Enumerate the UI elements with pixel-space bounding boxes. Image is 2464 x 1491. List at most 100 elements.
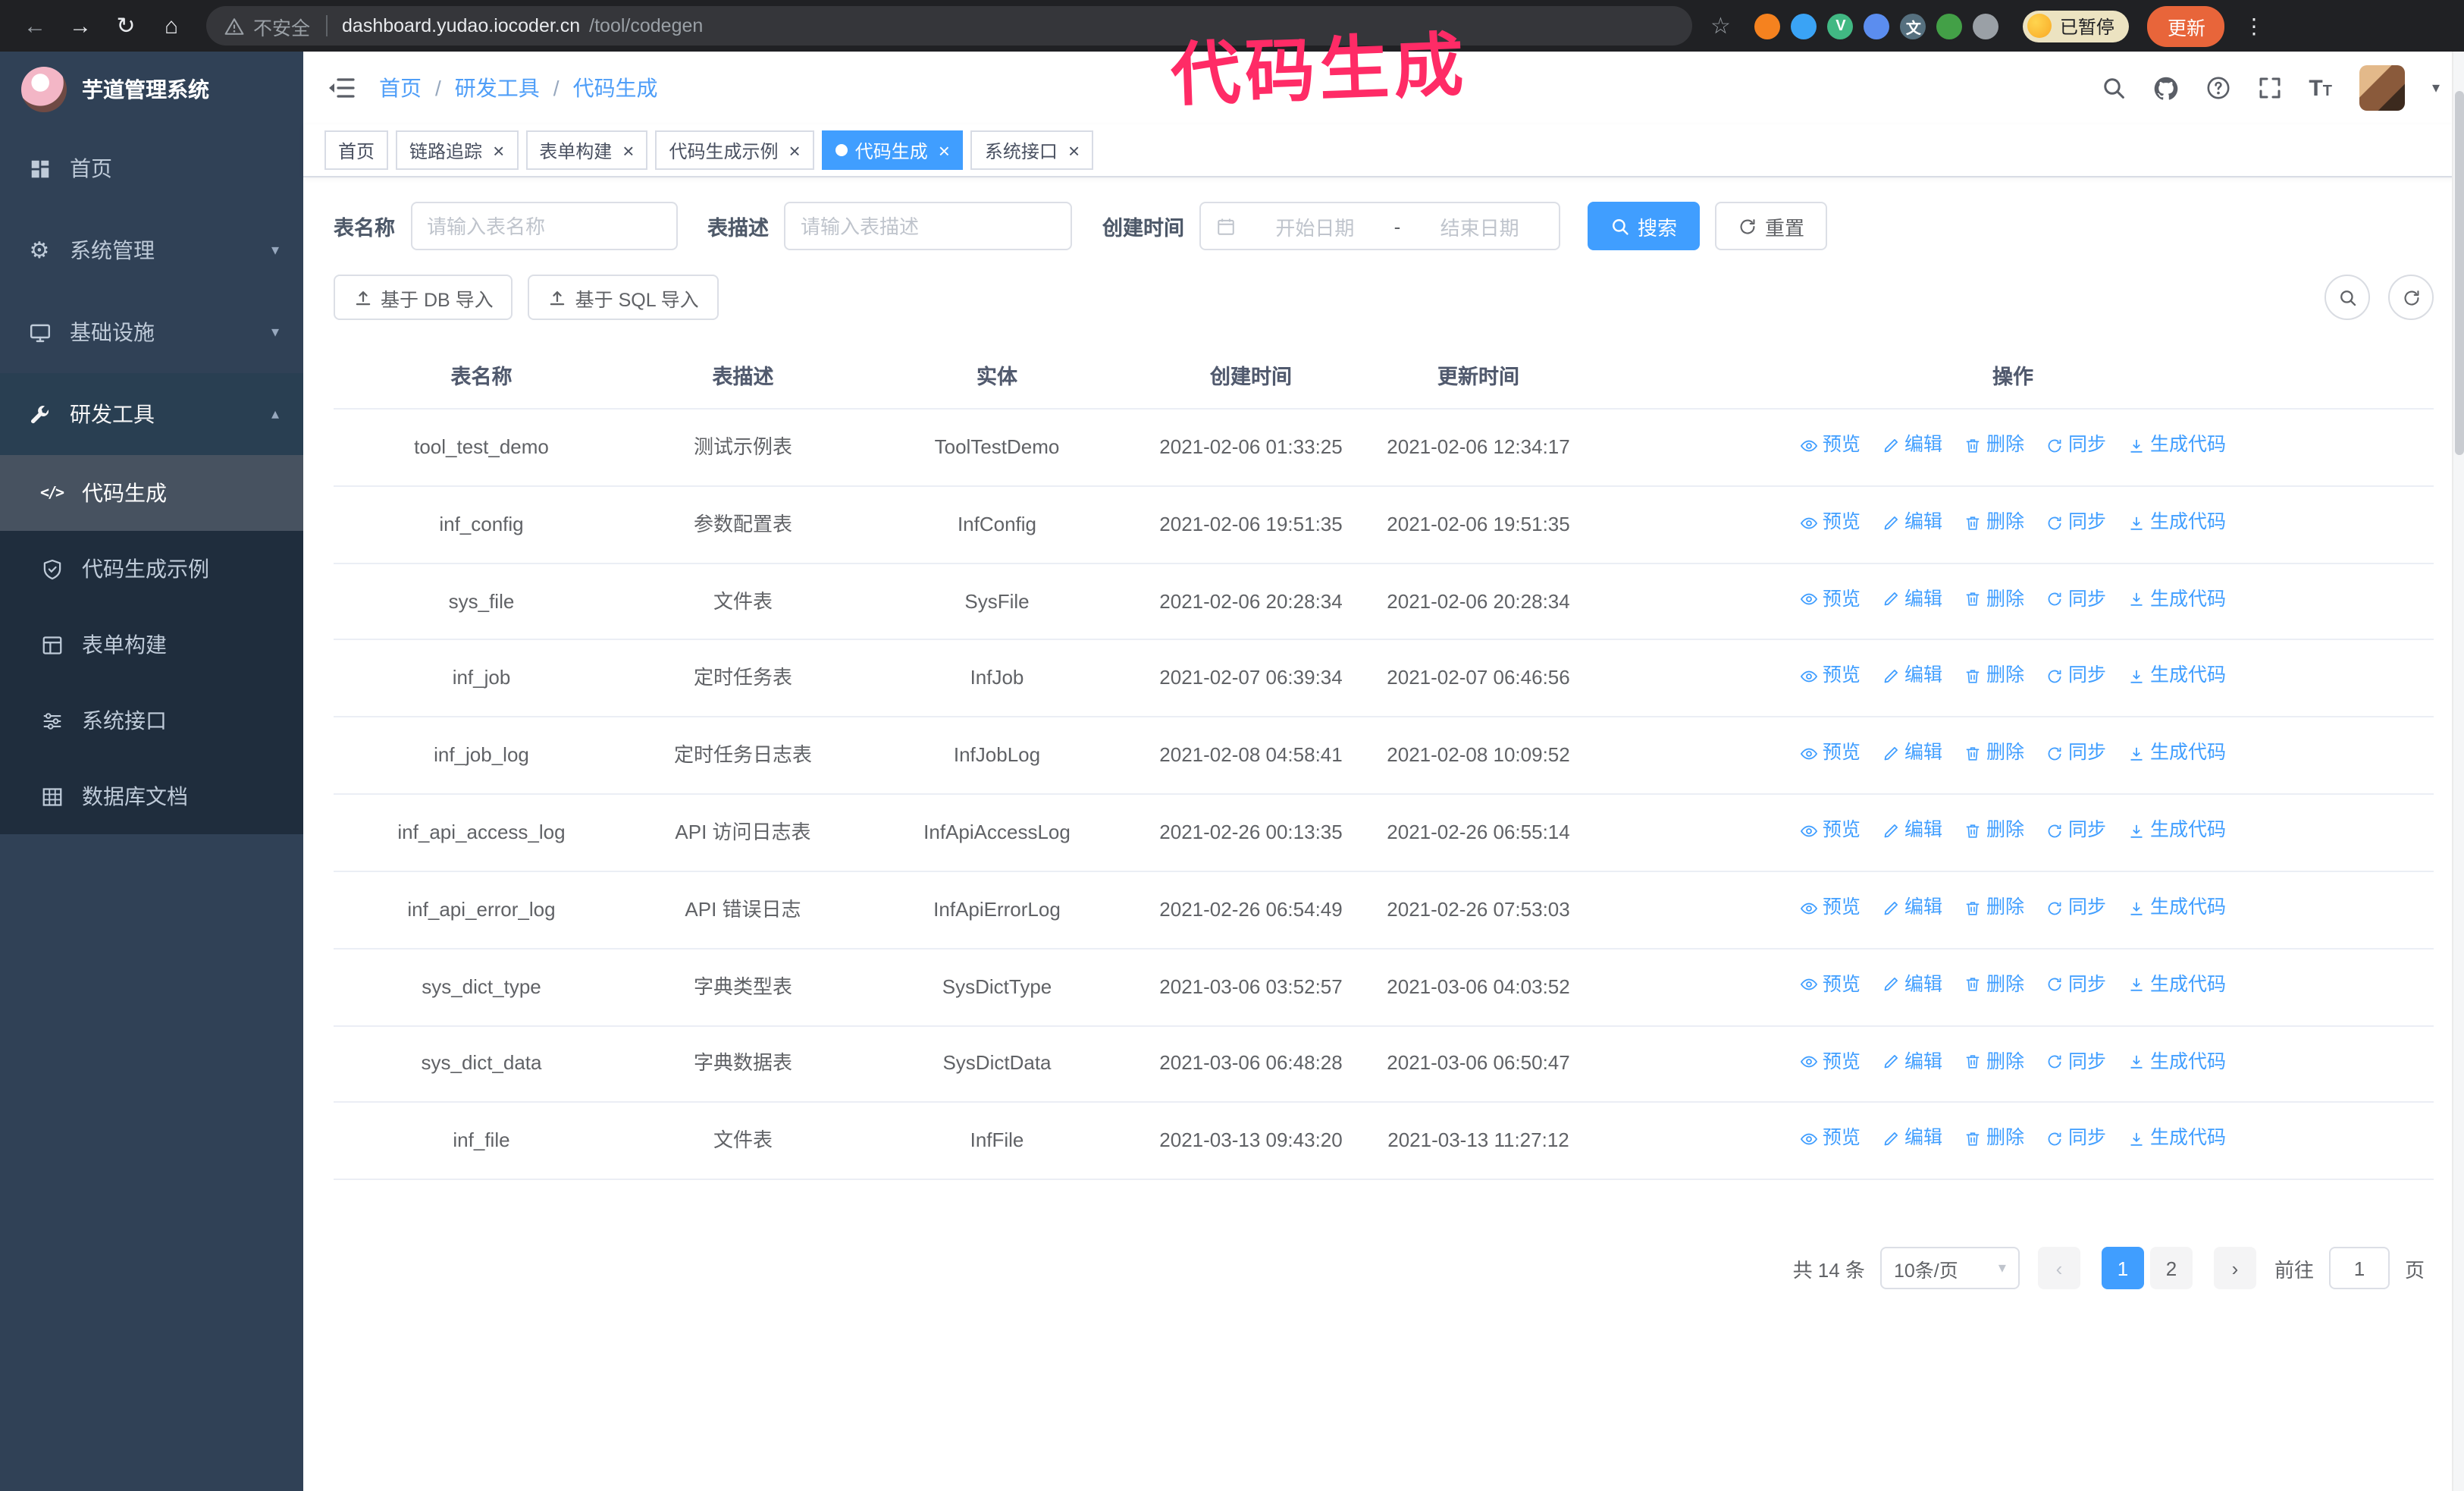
- preview-link[interactable]: 预览: [1800, 585, 1861, 614]
- preview-link[interactable]: 预览: [1800, 739, 1861, 769]
- toggle-search-button[interactable]: [2324, 275, 2370, 320]
- table-name-input[interactable]: [410, 202, 677, 250]
- delete-link[interactable]: 删除: [1964, 662, 2024, 692]
- tab-item-2[interactable]: 表单构建 ×: [525, 130, 648, 170]
- delete-link[interactable]: 删除: [1964, 508, 2024, 538]
- sidebar-item-form-builder[interactable]: 表单构建: [0, 607, 303, 683]
- scrollbar[interactable]: [2452, 52, 2464, 1491]
- sidebar-item-db-doc[interactable]: 数据库文档: [0, 758, 303, 834]
- extension-icon-contacts[interactable]: [1864, 13, 1890, 39]
- generate-code-link[interactable]: 生成代码: [2127, 662, 2226, 692]
- help-icon[interactable]: [2205, 76, 2230, 100]
- sidebar-item-system-api[interactable]: 系统接口: [0, 683, 303, 758]
- font-size-icon[interactable]: TT: [2309, 77, 2332, 99]
- preview-link[interactable]: 预览: [1800, 816, 1861, 846]
- generate-code-link[interactable]: 生成代码: [2127, 971, 2226, 1000]
- preview-link[interactable]: 预览: [1800, 431, 1861, 460]
- delete-link[interactable]: 删除: [1964, 585, 2024, 614]
- tab-item-3[interactable]: 代码生成示例 ×: [655, 130, 814, 170]
- sidebar-item-home[interactable]: 首页: [0, 127, 303, 209]
- sync-link[interactable]: 同步: [2045, 1125, 2106, 1154]
- extension-icon-green-plant[interactable]: [1936, 13, 1963, 39]
- profile-paused-badge[interactable]: 已暂停: [2023, 10, 2130, 42]
- page-button-2[interactable]: 2: [2149, 1247, 2193, 1290]
- next-page-button[interactable]: ›: [2213, 1247, 2256, 1290]
- tab-close-icon[interactable]: ×: [493, 140, 504, 160]
- forward-button[interactable]: →: [61, 6, 100, 46]
- page-button-1[interactable]: 1: [2101, 1247, 2144, 1290]
- import-sql-button[interactable]: 基于 SQL 导入: [528, 275, 719, 320]
- extension-icon-vue-devtools[interactable]: V: [1827, 13, 1854, 39]
- delete-link[interactable]: 删除: [1964, 1047, 2024, 1077]
- sync-link[interactable]: 同步: [2045, 431, 2106, 460]
- chrome-menu-icon[interactable]: ⋮: [2243, 13, 2265, 39]
- scrollbar-thumb[interactable]: [2455, 91, 2464, 455]
- date-range-picker[interactable]: 开始日期 - 结束日期: [1199, 202, 1560, 250]
- tab-close-icon[interactable]: ×: [789, 140, 801, 160]
- avatar-caret-icon[interactable]: ▾: [2432, 80, 2440, 96]
- edit-link[interactable]: 编辑: [1882, 739, 1942, 769]
- generate-code-link[interactable]: 生成代码: [2127, 1047, 2226, 1077]
- sync-link[interactable]: 同步: [2045, 508, 2106, 538]
- home-button[interactable]: ⌂: [152, 6, 191, 46]
- goto-page-input[interactable]: [2328, 1247, 2390, 1290]
- edit-link[interactable]: 编辑: [1882, 1047, 1942, 1077]
- breadcrumb-devtools[interactable]: 研发工具: [455, 73, 560, 103]
- extension-icon-puzzle[interactable]: [1973, 13, 1999, 39]
- preview-link[interactable]: 预览: [1800, 971, 1861, 1000]
- sidebar-item-infra[interactable]: 基础设施 ▾: [0, 291, 303, 373]
- reload-button[interactable]: ↻: [106, 6, 146, 46]
- preview-link[interactable]: 预览: [1800, 893, 1861, 923]
- edit-link[interactable]: 编辑: [1882, 893, 1942, 923]
- extension-icon-orange[interactable]: [1754, 13, 1781, 39]
- table-desc-input[interactable]: [784, 202, 1072, 250]
- search-button[interactable]: 搜索: [1588, 202, 1701, 250]
- edit-link[interactable]: 编辑: [1882, 431, 1942, 460]
- extension-icon-translate[interactable]: 文: [1900, 13, 1926, 39]
- sync-link[interactable]: 同步: [2045, 585, 2106, 614]
- import-db-button[interactable]: 基于 DB 导入: [334, 275, 513, 320]
- refresh-table-button[interactable]: [2388, 275, 2434, 320]
- page-size-select[interactable]: 10条/页 ▾: [1879, 1247, 2020, 1290]
- delete-link[interactable]: 删除: [1964, 816, 2024, 846]
- fullscreen-icon[interactable]: [2257, 76, 2281, 100]
- github-icon[interactable]: [2152, 75, 2178, 101]
- tab-item-5[interactable]: 系统接口 ×: [970, 130, 1094, 170]
- sidebar-item-codegen-example[interactable]: 代码生成示例: [0, 531, 303, 607]
- sync-link[interactable]: 同步: [2045, 662, 2106, 692]
- generate-code-link[interactable]: 生成代码: [2127, 739, 2226, 769]
- tab-close-icon[interactable]: ×: [622, 140, 634, 160]
- bookmark-star-icon[interactable]: ☆: [1710, 12, 1731, 39]
- tab-item-0[interactable]: 首页: [324, 130, 389, 170]
- sidebar-item-devtools[interactable]: 研发工具 ▴: [0, 373, 303, 455]
- tab-item-1[interactable]: 链路追踪 ×: [396, 130, 519, 170]
- sync-link[interactable]: 同步: [2045, 971, 2106, 1000]
- breadcrumb-home[interactable]: 首页: [379, 73, 441, 103]
- logo[interactable]: 芋道管理系统: [0, 52, 303, 127]
- sidebar-fold-icon[interactable]: [328, 76, 355, 100]
- extension-icon-blue-drop[interactable]: [1791, 13, 1817, 39]
- reset-button[interactable]: 重置: [1715, 202, 1828, 250]
- generate-code-link[interactable]: 生成代码: [2127, 893, 2226, 923]
- preview-link[interactable]: 预览: [1800, 1125, 1861, 1154]
- edit-link[interactable]: 编辑: [1882, 508, 1942, 538]
- search-icon[interactable]: [2101, 76, 2125, 100]
- address-bar[interactable]: 不安全 dashboard.yudao.iocoder.cn/tool/code…: [206, 6, 1692, 46]
- tab-close-icon[interactable]: ×: [1068, 140, 1080, 160]
- chrome-update-button[interactable]: 更新: [2147, 5, 2225, 46]
- delete-link[interactable]: 删除: [1964, 971, 2024, 1000]
- back-button[interactable]: ←: [15, 6, 55, 46]
- generate-code-link[interactable]: 生成代码: [2127, 508, 2226, 538]
- generate-code-link[interactable]: 生成代码: [2127, 431, 2226, 460]
- generate-code-link[interactable]: 生成代码: [2127, 585, 2226, 614]
- sync-link[interactable]: 同步: [2045, 1047, 2106, 1077]
- sync-link[interactable]: 同步: [2045, 816, 2106, 846]
- sync-link[interactable]: 同步: [2045, 893, 2106, 923]
- edit-link[interactable]: 编辑: [1882, 662, 1942, 692]
- delete-link[interactable]: 删除: [1964, 431, 2024, 460]
- preview-link[interactable]: 预览: [1800, 508, 1861, 538]
- sidebar-item-codegen[interactable]: </> 代码生成: [0, 455, 303, 531]
- sync-link[interactable]: 同步: [2045, 739, 2106, 769]
- sidebar-item-system[interactable]: ⚙ 系统管理 ▾: [0, 209, 303, 291]
- delete-link[interactable]: 删除: [1964, 1125, 2024, 1154]
